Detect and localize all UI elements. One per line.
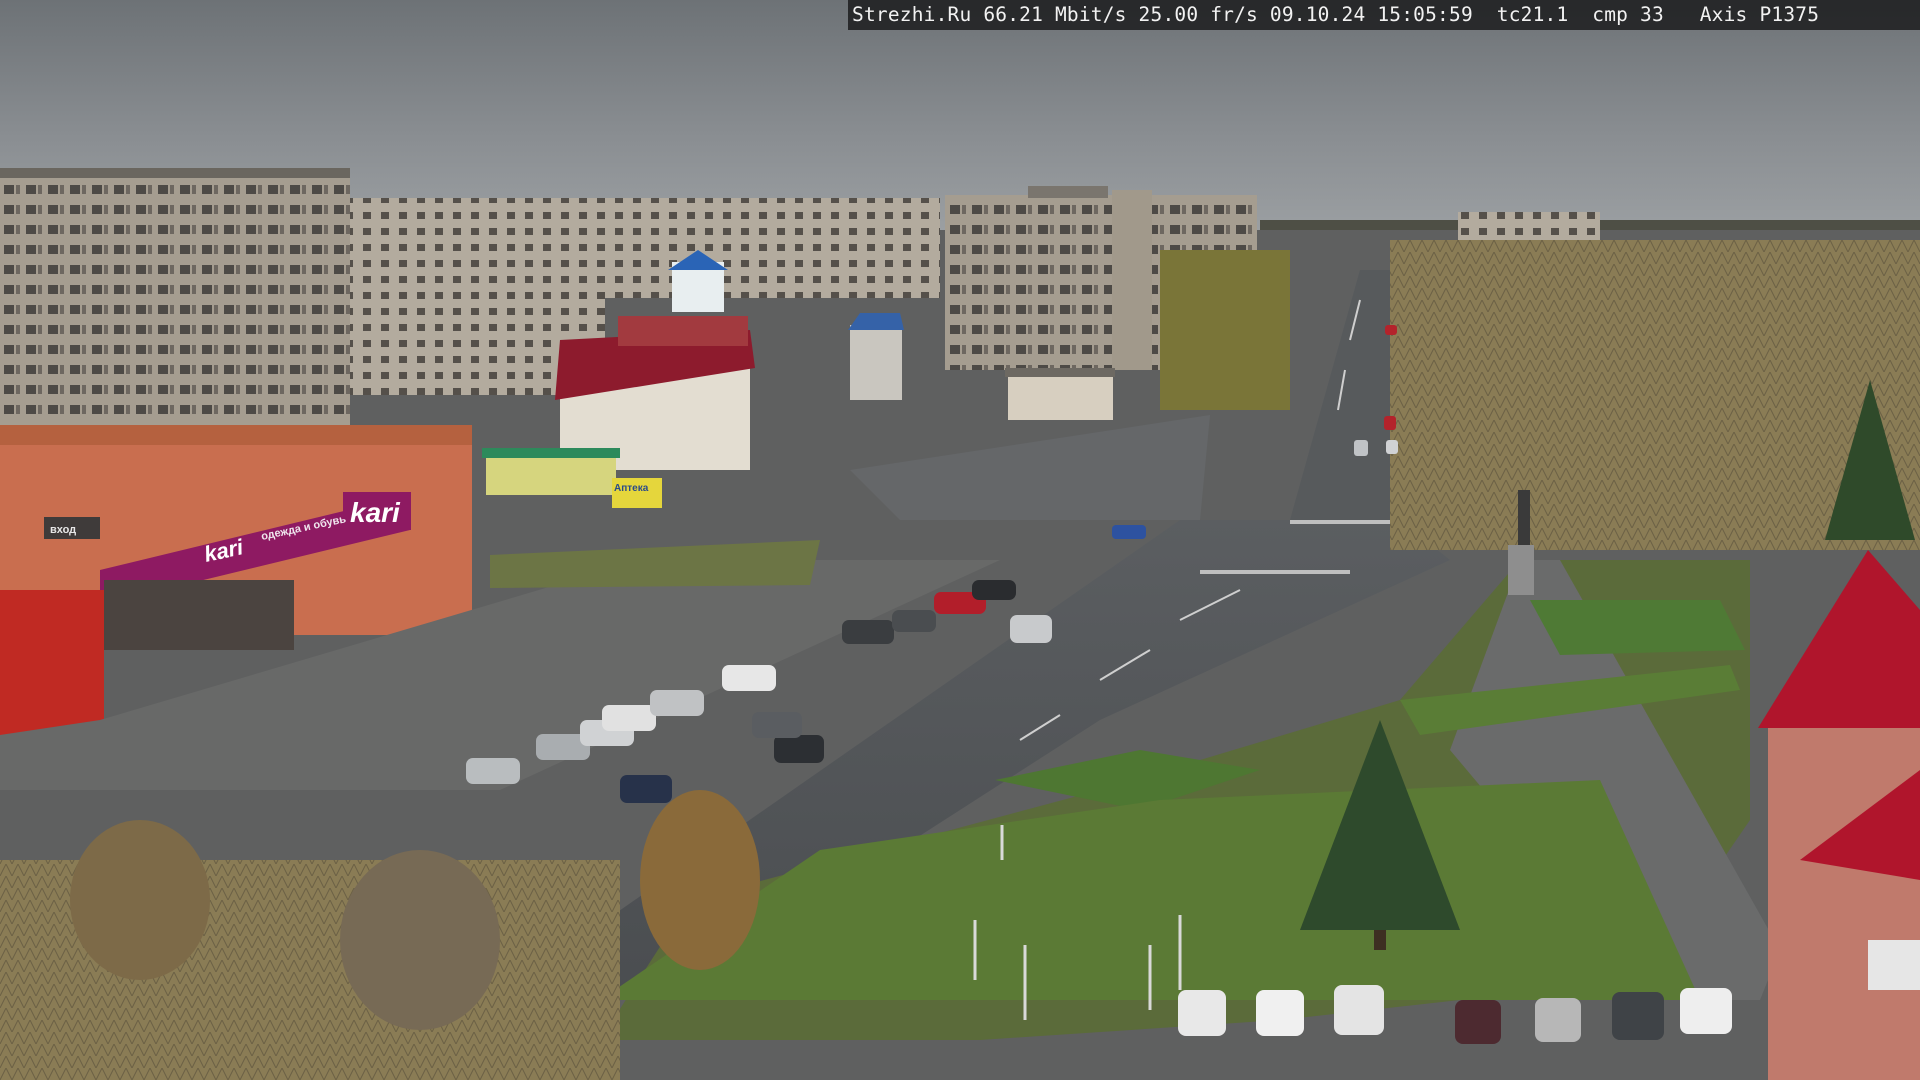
pink-building xyxy=(618,316,748,346)
far-building-right xyxy=(1458,212,1600,242)
central-tower-roof xyxy=(1028,186,1108,198)
city-scene: kari kari одежда и обувь вход Аптека xyxy=(0,0,1920,1080)
far-building-row xyxy=(350,198,940,298)
evergreen-trunk xyxy=(1374,930,1386,950)
right-lawn-upper xyxy=(1530,600,1745,655)
pharmacy-roof xyxy=(482,448,620,458)
pharmacy-kiosk xyxy=(486,455,616,495)
monument-pedestal xyxy=(1508,545,1534,595)
left-tower-roof xyxy=(0,168,350,178)
red-corner-block xyxy=(0,590,104,740)
center-pavilion xyxy=(1008,375,1113,420)
store-entrance-text: вход xyxy=(50,524,76,536)
center-pavilion-roof xyxy=(1005,368,1115,377)
kari-sign-main: kari xyxy=(350,497,401,528)
blue-roof-building xyxy=(850,325,902,400)
right-tower xyxy=(1768,720,1920,1080)
monument-figure xyxy=(1518,490,1530,545)
central-tower-stairwell xyxy=(1112,190,1152,370)
right-tower-window xyxy=(1868,940,1920,990)
webcam-viewport: kari kari одежда и обувь вход Аптека Str… xyxy=(0,0,1920,1080)
kari-upper-floor xyxy=(0,425,472,445)
camera-info-overlay: Strezhi.Ru 66.21 Mbit/s 25.00 fr/s 09.10… xyxy=(848,0,1920,30)
kari-storefront-glass xyxy=(104,580,294,650)
pharmacy-sign-text: Аптека xyxy=(614,483,649,494)
